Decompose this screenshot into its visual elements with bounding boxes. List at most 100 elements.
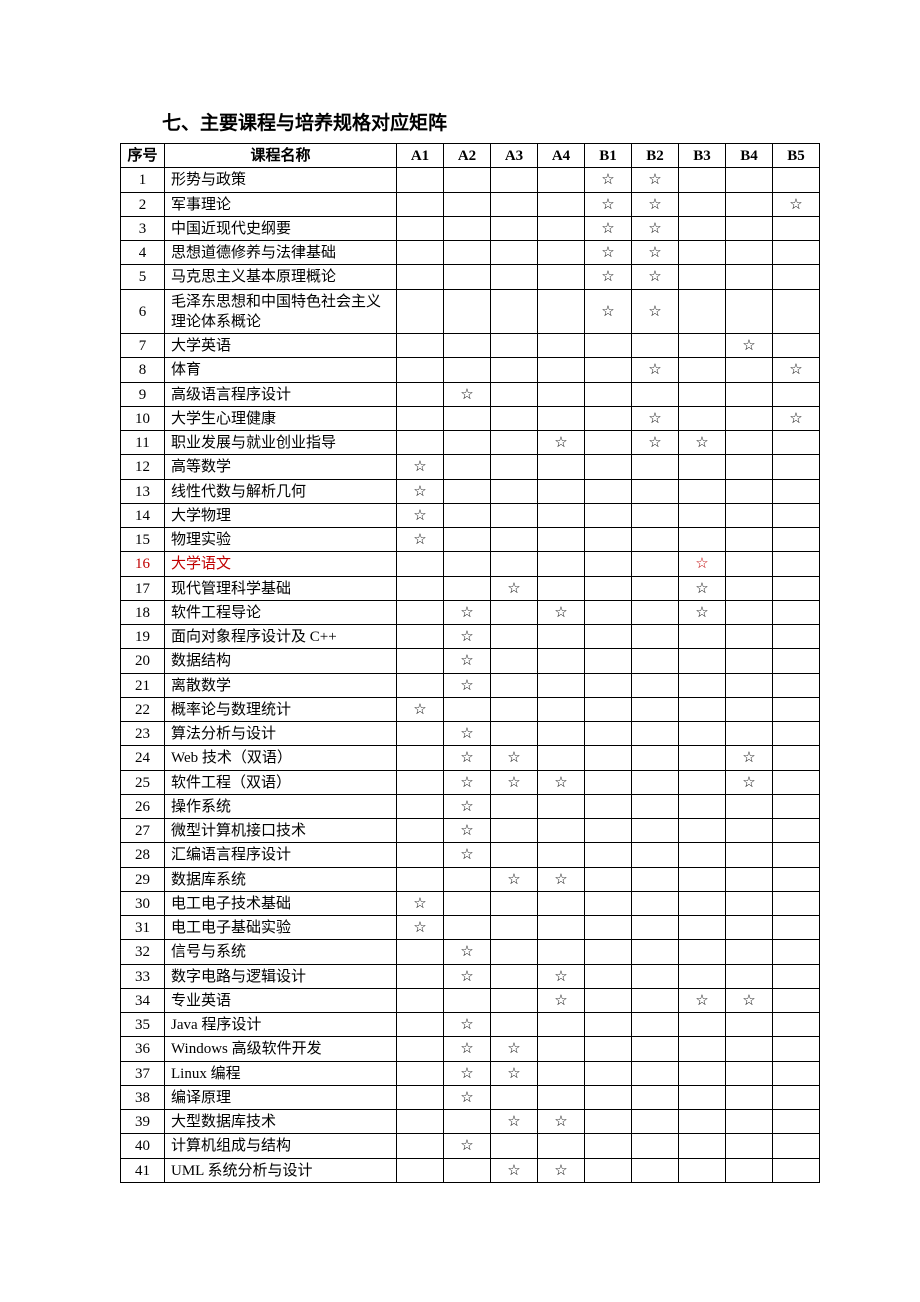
- mark-cell: [585, 1013, 632, 1037]
- table-row: 10大学生心理健康☆☆: [121, 406, 820, 430]
- mark-cell: [632, 916, 679, 940]
- mark-cell: [538, 289, 585, 334]
- mark-cell: [397, 382, 444, 406]
- mark-cell: ☆: [444, 1037, 491, 1061]
- mark-cell: ☆: [773, 192, 820, 216]
- mark-cell: [726, 503, 773, 527]
- mark-cell: [773, 867, 820, 891]
- mark-cell: [679, 964, 726, 988]
- mark-cell: [632, 697, 679, 721]
- mark-cell: [491, 455, 538, 479]
- mark-cell: [585, 916, 632, 940]
- mark-cell: [726, 1061, 773, 1085]
- course-name: 军事理论: [165, 192, 397, 216]
- row-number: 32: [121, 940, 165, 964]
- mark-cell: [726, 1085, 773, 1109]
- mark-cell: [773, 940, 820, 964]
- mark-cell: [632, 479, 679, 503]
- row-number: 10: [121, 406, 165, 430]
- mark-cell: [679, 334, 726, 358]
- mark-cell: [397, 964, 444, 988]
- mark-cell: [444, 358, 491, 382]
- mark-cell: ☆: [491, 1061, 538, 1085]
- mark-cell: [444, 503, 491, 527]
- table-row: 14大学物理☆: [121, 503, 820, 527]
- table-row: 5马克思主义基本原理概论☆☆: [121, 265, 820, 289]
- mark-cell: [726, 916, 773, 940]
- mark-cell: [726, 940, 773, 964]
- mark-cell: [585, 1085, 632, 1109]
- mark-cell: [444, 241, 491, 265]
- mark-cell: [538, 746, 585, 770]
- mark-cell: [726, 600, 773, 624]
- table-row: 20数据结构☆: [121, 649, 820, 673]
- mark-cell: [773, 697, 820, 721]
- mark-cell: [679, 673, 726, 697]
- mark-cell: [444, 988, 491, 1012]
- mark-cell: [773, 216, 820, 240]
- mark-cell: [444, 168, 491, 192]
- mark-cell: [679, 819, 726, 843]
- mark-cell: ☆: [444, 770, 491, 794]
- mark-cell: ☆: [632, 358, 679, 382]
- mark-cell: [585, 334, 632, 358]
- mark-cell: [491, 1134, 538, 1158]
- mark-cell: [585, 528, 632, 552]
- mark-cell: [726, 1134, 773, 1158]
- mark-cell: [632, 746, 679, 770]
- table-row: 38编译原理☆: [121, 1085, 820, 1109]
- mark-cell: [491, 819, 538, 843]
- mark-cell: [491, 794, 538, 818]
- mark-cell: ☆: [632, 265, 679, 289]
- row-number: 30: [121, 891, 165, 915]
- mark-cell: [773, 241, 820, 265]
- table-row: 16大学语文☆: [121, 552, 820, 576]
- mark-cell: [679, 1158, 726, 1182]
- mark-cell: ☆: [632, 216, 679, 240]
- mark-cell: [585, 940, 632, 964]
- mark-cell: [397, 265, 444, 289]
- mark-cell: [632, 382, 679, 406]
- mark-cell: ☆: [491, 1110, 538, 1134]
- mark-cell: [632, 1110, 679, 1134]
- mark-cell: [585, 794, 632, 818]
- table-row: 33数字电路与逻辑设计☆☆: [121, 964, 820, 988]
- mark-cell: [397, 1134, 444, 1158]
- mark-cell: [773, 988, 820, 1012]
- row-number: 26: [121, 794, 165, 818]
- mark-cell: [397, 1158, 444, 1182]
- row-number: 36: [121, 1037, 165, 1061]
- course-name: UML 系统分析与设计: [165, 1158, 397, 1182]
- mark-cell: [538, 794, 585, 818]
- mark-cell: [773, 964, 820, 988]
- row-number: 37: [121, 1061, 165, 1085]
- mark-cell: [679, 770, 726, 794]
- mark-cell: [773, 843, 820, 867]
- mark-cell: [679, 241, 726, 265]
- mark-cell: [679, 697, 726, 721]
- mark-cell: [585, 722, 632, 746]
- mark-cell: [538, 168, 585, 192]
- mark-cell: [632, 1037, 679, 1061]
- table-row: 12高等数学☆: [121, 455, 820, 479]
- mark-cell: [632, 964, 679, 988]
- mark-cell: [726, 697, 773, 721]
- mark-cell: [491, 916, 538, 940]
- mark-cell: ☆: [632, 192, 679, 216]
- row-number: 16: [121, 552, 165, 576]
- mark-cell: [773, 649, 820, 673]
- mark-cell: [585, 697, 632, 721]
- mark-cell: [538, 528, 585, 552]
- mark-cell: [726, 819, 773, 843]
- mark-cell: ☆: [726, 334, 773, 358]
- course-name: 现代管理科学基础: [165, 576, 397, 600]
- mark-cell: [773, 819, 820, 843]
- mark-cell: ☆: [491, 576, 538, 600]
- mark-cell: [726, 265, 773, 289]
- mark-cell: [538, 916, 585, 940]
- mark-cell: ☆: [397, 916, 444, 940]
- mark-cell: [773, 528, 820, 552]
- course-name: 面向对象程序设计及 C++: [165, 625, 397, 649]
- mark-cell: [538, 382, 585, 406]
- mark-cell: [632, 649, 679, 673]
